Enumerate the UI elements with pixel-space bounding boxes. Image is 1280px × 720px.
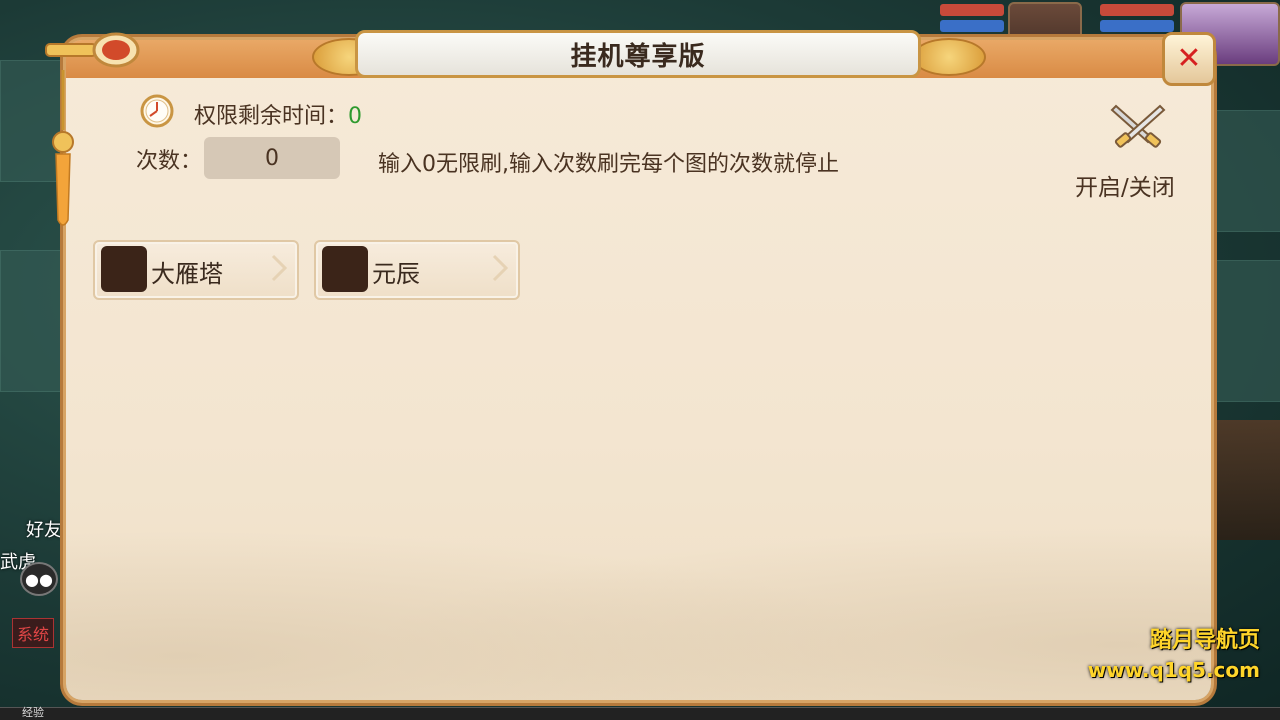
- remaining-time-label: 权限剩余时间：0: [194, 98, 362, 130]
- count-label: 次数：: [136, 149, 203, 174]
- close-icon: ✕: [1176, 41, 1202, 76]
- close-button[interactable]: ✕: [1162, 32, 1216, 86]
- watermark-title: 踏月导航页: [1149, 628, 1260, 653]
- friends-label[interactable]: 好友: [26, 516, 62, 542]
- mp-bar: [940, 20, 1004, 32]
- hp-bar: [1100, 4, 1174, 16]
- chevron-right-icon: [492, 254, 509, 282]
- boat: [1210, 420, 1280, 540]
- chat-button[interactable]: ●●: [20, 562, 58, 596]
- floor-tile: [0, 250, 62, 392]
- horn-icon: [45, 32, 140, 68]
- cloud-ornament-right: [912, 38, 986, 76]
- hint-text: 输入0无限刷,输入次数刷完每个图的次数就停止: [378, 152, 839, 177]
- map-name: 大雁塔: [151, 260, 223, 288]
- map-name: 元辰: [372, 260, 420, 288]
- remaining-time-text: 权限剩余时间：: [194, 104, 349, 129]
- watermark-url: www.q1q5.com: [1087, 658, 1260, 682]
- exp-bar: [0, 707, 1280, 720]
- map-option-dayanta[interactable]: 大雁塔: [93, 240, 299, 300]
- map-option-yuanchen[interactable]: 元辰: [314, 240, 520, 300]
- remaining-time-value: 0: [348, 104, 363, 129]
- map-checkbox[interactable]: [322, 246, 368, 292]
- toggle-label[interactable]: 开启/关闭: [1075, 168, 1175, 202]
- count-input[interactable]: [204, 137, 340, 179]
- clock-icon: [140, 94, 174, 128]
- chat-icon: ●●: [25, 569, 53, 589]
- title-plaque: 挂机尊享版: [355, 30, 921, 78]
- watermark: 踏月导航页 www.q1q5.com: [1088, 622, 1260, 682]
- hp-bar: [940, 4, 1004, 16]
- mp-bar: [1100, 20, 1174, 32]
- floor-tile: [1215, 260, 1280, 402]
- tassel-icon: [52, 70, 74, 226]
- chevron-right-icon: [271, 254, 288, 282]
- crossed-swords-icon[interactable]: [1108, 100, 1168, 152]
- party-hud: [900, 0, 1280, 66]
- system-channel-tag[interactable]: 系统: [12, 618, 55, 648]
- exp-label: 经验: [22, 706, 44, 719]
- floor-tile: [1215, 110, 1280, 232]
- dialog-title: 挂机尊享版: [570, 41, 706, 72]
- map-checkbox[interactable]: [101, 246, 147, 292]
- dialog-background-art: [66, 480, 1211, 700]
